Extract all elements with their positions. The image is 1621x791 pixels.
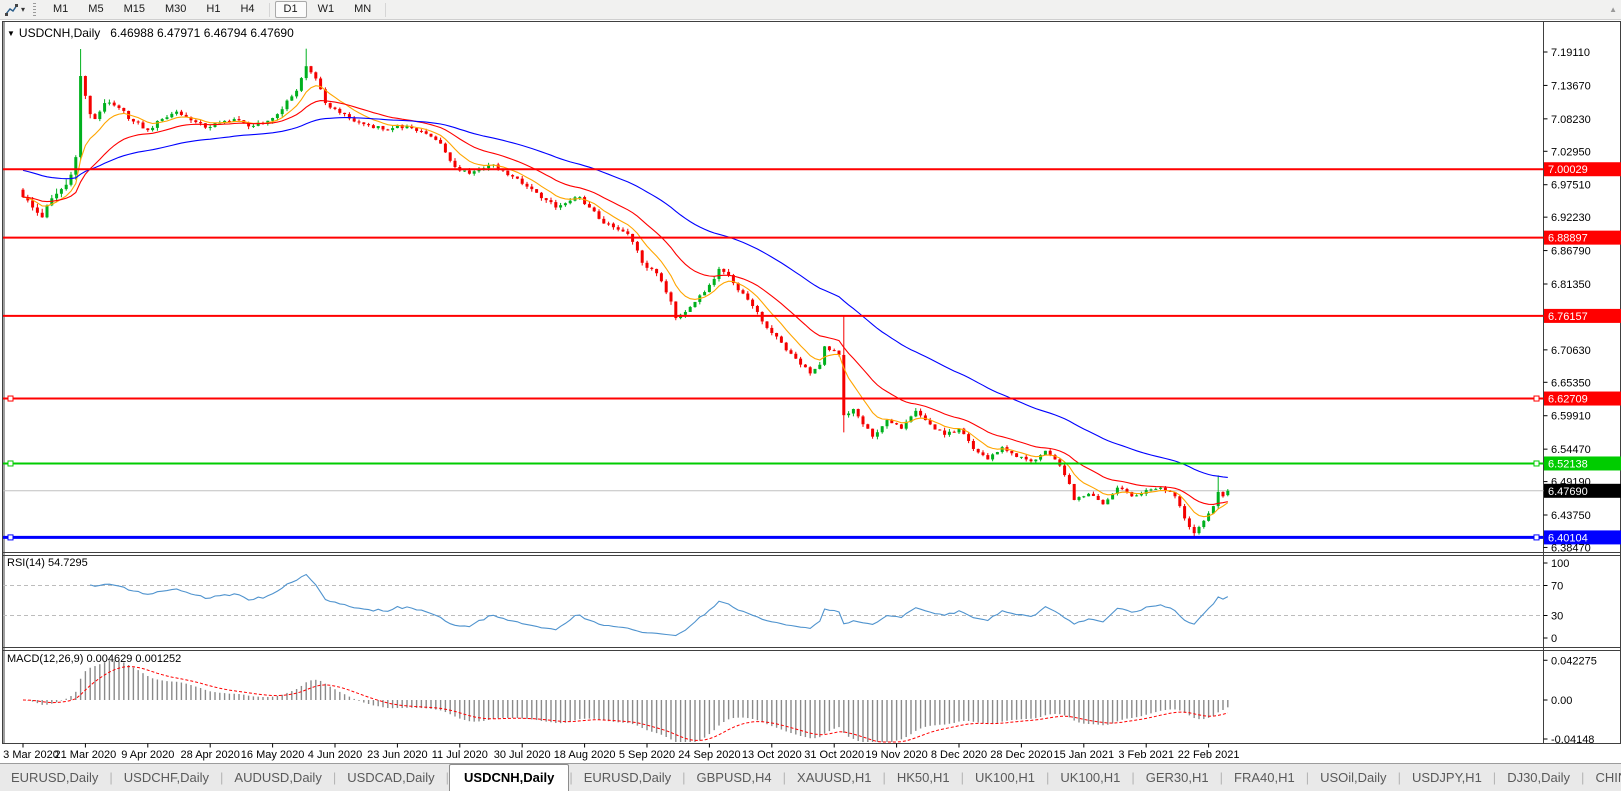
date-axis-label: 4 Jun 2020 <box>308 749 362 761</box>
price-axis-tick: 7.02950 <box>1551 146 1591 158</box>
chart-collapse-icon[interactable]: ▼ <box>7 29 15 38</box>
price-axis-tick: 7.19110 <box>1551 47 1590 59</box>
chart-frame <box>2 21 1621 744</box>
price-axis-tick: 6.59910 <box>1551 411 1591 423</box>
price-axis-tick: 6.70630 <box>1551 345 1591 357</box>
price-axis-tick: 6.54470 <box>1551 444 1591 456</box>
date-axis-label: 24 Sep 2020 <box>678 749 740 761</box>
chart-tab-fra40-h1[interactable]: FRA40,H1 <box>1223 765 1306 791</box>
date-axis-label: 18 Aug 2020 <box>554 749 616 761</box>
date-axis-label: 3 Feb 2021 <box>1118 749 1174 761</box>
date-axis-label: 28 Dec 2020 <box>990 749 1052 761</box>
chart-tab-gbpusd-h4[interactable]: GBPUSD,H4 <box>686 765 783 791</box>
price-axis-tick: 7.13670 <box>1551 80 1591 92</box>
chart-tab-ger30-h1[interactable]: GER30,H1 <box>1135 765 1220 791</box>
price-axis-tick: 6.81350 <box>1551 279 1591 291</box>
level-price-badge-text: 6.88897 <box>1548 233 1588 245</box>
macd-axis-tick: -0.04148 <box>1551 734 1594 746</box>
chart-tab-usdcnh-daily[interactable]: USDCNH,Daily <box>449 764 570 791</box>
level-line-handle[interactable] <box>1533 534 1540 541</box>
date-axis-label: 11 Jul 2020 <box>432 749 488 761</box>
rsi-axis-tick: 100 <box>1551 558 1569 570</box>
level-price-badge-text: 6.76157 <box>1548 311 1588 323</box>
price-axis-tick: 6.65350 <box>1551 377 1591 389</box>
chart-tab-usoil-daily[interactable]: USOil,Daily <box>1309 765 1397 791</box>
date-axis-label: 22 Feb 2021 <box>1178 749 1240 761</box>
date-axis-label: 8 Dec 2020 <box>931 749 987 761</box>
date-axis-label: 30 Jul 2020 <box>494 749 551 761</box>
chart-tab-bar: EURUSD,Daily | USDCHF,Daily | AUDUSD,Daily | U… <box>0 763 1621 791</box>
price-axis-tick: 6.43750 <box>1551 510 1591 522</box>
date-axis-label: 3 Mar 2020 <box>3 749 59 761</box>
macd-indicator-label: MACD(12,26,9) 0.004629 0.001252 <box>7 653 182 665</box>
price-axis-tick: 6.92230 <box>1551 212 1591 224</box>
date-axis-label: 5 Sep 2020 <box>619 749 675 761</box>
chart-tab-uk100-h1[interactable]: UK100,H1 <box>964 765 1046 791</box>
level-line-handle[interactable] <box>7 534 14 541</box>
level-price-badge-text: 7.00029 <box>1548 164 1588 176</box>
chart-tab-xauusd-h1[interactable]: XAUUSD,H1 <box>786 765 882 791</box>
price-axis-tick: 6.86790 <box>1551 246 1591 258</box>
level-line-handle[interactable] <box>7 460 14 467</box>
level-price-badge-text: 6.62709 <box>1548 394 1588 406</box>
level-price-badge-text: 6.52138 <box>1548 458 1588 470</box>
macd-axis-tick: 0.00 <box>1551 695 1572 707</box>
chart-canvas[interactable]: 7.000296.888976.761576.627096.521386.401… <box>0 0 1621 763</box>
rsi-indicator-label: RSI(14) 54.7295 <box>7 557 88 569</box>
date-axis-label: 13 Oct 2020 <box>742 749 802 761</box>
date-axis-label: 23 Jun 2020 <box>367 749 428 761</box>
chart-tab-usdjpy-h1[interactable]: USDJPY,H1 <box>1401 765 1493 791</box>
chart-title: ▼ USDCNH,Daily 6.46988 6.47971 6.46794 6.4… <box>7 26 294 40</box>
chart-ohlc-values: 6.46988 6.47971 6.46794 6.47690 <box>110 26 294 40</box>
price-axis-tick: 7.08230 <box>1551 114 1591 126</box>
chart-tab-china300-h1[interactable]: CHINA300,H1 <box>1584 765 1621 791</box>
chart-tab-usdchf-daily[interactable]: USDCHF,Daily <box>113 765 220 791</box>
date-axis-label: 31 Oct 2020 <box>804 749 864 761</box>
chart-tab-hk50-h1[interactable]: HK50,H1 <box>886 765 961 791</box>
price-axis-tick: 6.97510 <box>1551 180 1591 192</box>
rsi-axis-tick: 30 <box>1551 611 1563 623</box>
chart-tab-audusd-daily[interactable]: AUDUSD,Daily <box>223 765 332 791</box>
date-axis-label: 21 Mar 2020 <box>55 749 117 761</box>
chart-tab-usdcad-daily[interactable]: USDCAD,Daily <box>336 765 445 791</box>
date-axis-label: 28 Apr 2020 <box>181 749 240 761</box>
chart-tab-eurusd-daily[interactable]: EURUSD,Daily <box>0 765 109 791</box>
date-axis: 3 Mar 202021 Mar 2020 9 Apr 2020 28 Apr 20… <box>3 743 1240 761</box>
date-axis-label: 15 Jan 2021 <box>1054 749 1115 761</box>
date-axis-label: 19 Nov 2020 <box>865 749 927 761</box>
chart-tab-dj30-daily[interactable]: DJ30,Daily <box>1496 765 1581 791</box>
rsi-axis-tick: 0 <box>1551 633 1557 645</box>
price-axis-tick: 6.38470 <box>1551 542 1591 554</box>
mt4-window: ▾ M1 M5 M15 M30 H1 H4 D1 W1 MN ▲ 7.00029 6.88897 6… <box>0 0 1621 791</box>
price-axis-tick: 6.49190 <box>1551 477 1591 489</box>
date-axis-label: 9 Apr 2020 <box>121 749 174 761</box>
chart-tab-uk100-h1[interactable]: UK100,H1 <box>1049 765 1131 791</box>
chart-symbol-period: USDCNH,Daily <box>18 26 101 40</box>
macd-axis-tick: 0.042275 <box>1551 655 1597 667</box>
level-line-handle[interactable] <box>7 395 14 402</box>
rsi-axis-tick: 70 <box>1551 581 1563 593</box>
level-line-handle[interactable] <box>1533 460 1540 467</box>
chart-tab-eurusd-daily[interactable]: EURUSD,Daily <box>573 765 682 791</box>
date-axis-label: 16 May 2020 <box>241 749 305 761</box>
level-line-handle[interactable] <box>1533 395 1540 402</box>
